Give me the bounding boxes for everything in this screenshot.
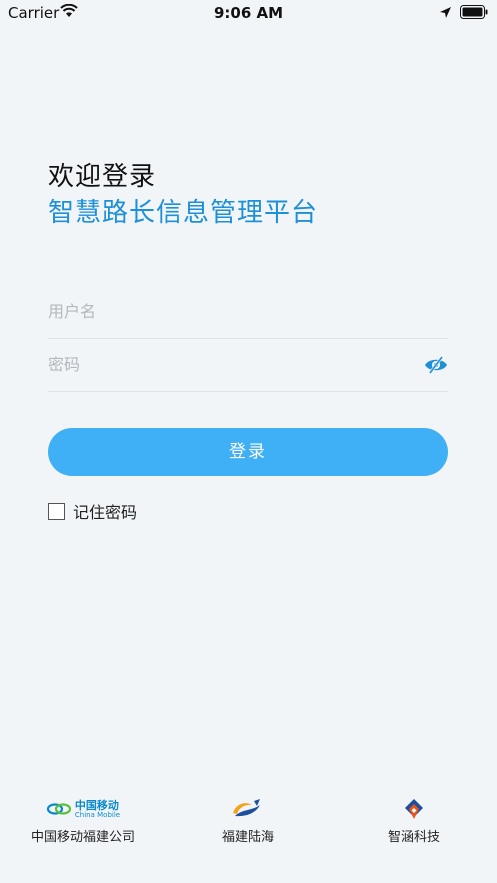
- remember-checkbox[interactable]: [48, 502, 65, 520]
- location-arrow-icon: [440, 7, 451, 18]
- partner-name: 智涵科技: [387, 830, 440, 845]
- fujian-luhai-logo-icon: [233, 799, 260, 817]
- china-mobile-logo-icon: [46, 803, 72, 815]
- partner-name: 中国移动福建公司: [30, 830, 135, 845]
- fujian-luhai-logo: [198, 796, 298, 822]
- username-field: [48, 286, 448, 339]
- remember-password[interactable]: 记住密码: [48, 500, 137, 522]
- username-input[interactable]: [48, 298, 408, 324]
- china-mobile-logo-subtext: China Mobile: [74, 810, 121, 819]
- remember-label: 记住密码: [73, 503, 138, 522]
- platform-title: 智慧路长信息管理平台: [48, 198, 319, 228]
- china-mobile-logo-text: 中国移动: [74, 798, 119, 812]
- partner-name: 福建陆海: [221, 830, 274, 845]
- password-field: [48, 339, 448, 392]
- zhihan-tech-logo: [364, 796, 464, 822]
- partner-zhihan-tech: 智涵科技: [364, 796, 464, 845]
- password-input[interactable]: [48, 351, 408, 377]
- eye-toggle-icon[interactable]: [424, 353, 448, 377]
- battery-icon: [460, 5, 488, 19]
- partner-fujian-luhai: 福建陆海: [198, 796, 298, 845]
- china-mobile-logo: 中国移动 China Mobile: [28, 796, 138, 822]
- welcome-title: 欢迎登录: [48, 162, 157, 192]
- partner-china-mobile: 中国移动 China Mobile 中国移动福建公司: [28, 796, 138, 846]
- clock: 9:06 AM: [213, 4, 284, 22]
- status-bar: Carrier 9:06 AM: [0, 0, 497, 26]
- zhihan-tech-logo-icon: [405, 799, 423, 819]
- login-button[interactable]: 登录: [48, 428, 448, 476]
